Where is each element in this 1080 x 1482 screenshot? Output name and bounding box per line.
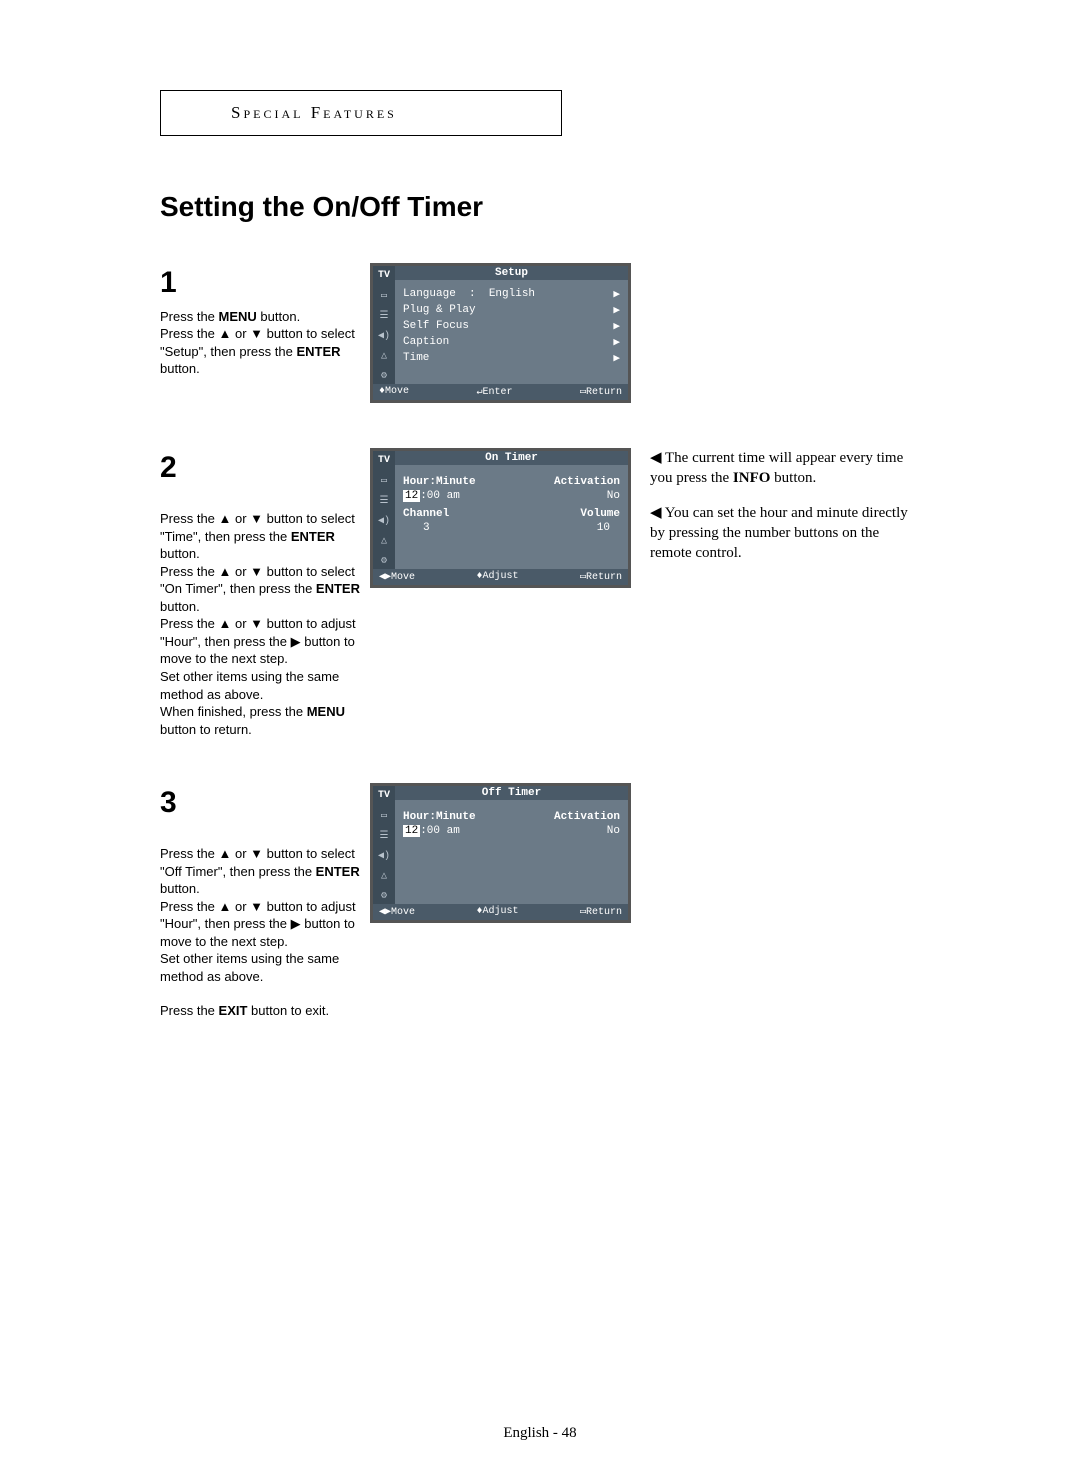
right-arrow-icon: ▶ (613, 335, 620, 349)
display-icon: ▭ (376, 475, 392, 489)
antenna-icon: △ (376, 535, 392, 549)
section-header-box: Special Features (160, 90, 562, 136)
display-icon: ▭ (376, 290, 392, 304)
footer-adjust: ♦Adjust (477, 906, 519, 918)
settings-icon: ⚙ (376, 555, 392, 569)
tv-sidebar-icons: TV ▭ ☰ ◀) △ ⚙ (373, 786, 395, 904)
speaker-icon: ◀) (376, 330, 392, 344)
step-1-body: Press the MENU button. Press the ▲ or ▼ … (160, 308, 360, 378)
tv-sidebar-icons: TV ▭ ☰ ◀) △ ⚙ (373, 266, 395, 384)
step-2-body: Press the ▲ or ▼ button to select "Time"… (160, 493, 360, 739)
tv-icon-label: TV (376, 790, 392, 804)
tv-title: On Timer (395, 451, 628, 465)
slider-icon: ☰ (376, 830, 392, 844)
page-title: Setting the On/Off Timer (160, 191, 980, 223)
right-arrow-icon: ▶ (613, 319, 620, 333)
step-3-body: Press the ▲ or ▼ button to select "Off T… (160, 828, 360, 986)
step-2-number: 2 (160, 448, 360, 489)
step-3-exit: Press the EXIT button to exit. (160, 1002, 360, 1020)
tv-footer: ♦Move ↵Enter ▭Return (373, 384, 628, 400)
settings-icon: ⚙ (376, 890, 392, 904)
footer-return: ▭Return (580, 906, 622, 918)
menu-item-caption: Caption ▶ (403, 334, 620, 350)
screenshot-off-timer: TV ▭ ☰ ◀) △ ⚙ Off Timer Hour:Minute Acti… (370, 783, 631, 923)
menu-item-language: Language : English ▶ (403, 286, 620, 302)
antenna-icon: △ (376, 870, 392, 884)
tv-footer: ◀▶Move ♦Adjust ▭Return (373, 904, 628, 920)
row-hour-values: 12:00 am No (403, 489, 620, 503)
menu-item-time: Time ▶ (403, 350, 620, 366)
tv-sidebar-icons: TV ▭ ☰ ◀) △ ⚙ (373, 451, 395, 569)
slider-icon: ☰ (376, 310, 392, 324)
note-info: ◀ The current time will appear every tim… (650, 448, 910, 489)
display-icon: ▭ (376, 810, 392, 824)
tv-icon-label: TV (376, 270, 392, 284)
footer-adjust: ♦Adjust (477, 571, 519, 583)
section-header-text: Special Features (231, 103, 397, 122)
step-1-number: 1 (160, 263, 360, 304)
menu-item-selffocus: Self Focus ▶ (403, 318, 620, 334)
note-direct-set: ◀ You can set the hour and minute direct… (650, 503, 910, 564)
row-hour-values: 12:00 am No (403, 824, 620, 838)
row-channel-volume: Channel Volume (403, 507, 620, 521)
step-3-number: 3 (160, 783, 360, 824)
speaker-icon: ◀) (376, 515, 392, 529)
row-hour-activation: Hour:Minute Activation (403, 475, 620, 489)
slider-icon: ☰ (376, 495, 392, 509)
tv-footer: ◀▶Move ♦Adjust ▭Return (373, 569, 628, 585)
antenna-icon: △ (376, 350, 392, 364)
step-1-row: 1 Press the MENU button. Press the ▲ or … (160, 263, 980, 403)
side-notes: ◀ The current time will appear every tim… (650, 448, 910, 577)
tv-title: Setup (395, 266, 628, 280)
menu-item-plugplay: Plug & Play ▶ (403, 302, 620, 318)
footer-return: ▭Return (580, 386, 622, 398)
footer-move: ♦Move (379, 386, 409, 398)
right-arrow-icon: ▶ (613, 303, 620, 317)
right-arrow-icon: ▶ (613, 351, 620, 365)
speaker-icon: ◀) (376, 850, 392, 864)
right-arrow-icon: ▶ (613, 287, 620, 301)
footer-enter: ↵Enter (476, 386, 512, 398)
footer-move: ◀▶Move (379, 571, 415, 583)
settings-icon: ⚙ (376, 370, 392, 384)
step-2-row: 2 Press the ▲ or ▼ button to select "Tim… (160, 448, 980, 738)
row-hour-activation: Hour:Minute Activation (403, 810, 620, 824)
row-channel-values: 3 10 (403, 521, 620, 535)
screenshot-on-timer: TV ▭ ☰ ◀) △ ⚙ On Timer Hour:Minute Activ… (370, 448, 631, 588)
hour-highlight: 12 (403, 490, 420, 502)
page-footer: English - 48 (0, 1425, 1080, 1442)
footer-return: ▭Return (580, 571, 622, 583)
step-1-text: 1 Press the MENU button. Press the ▲ or … (160, 263, 360, 378)
tv-title: Off Timer (395, 786, 628, 800)
screenshot-setup: TV ▭ ☰ ◀) △ ⚙ Setup Language : English ▶ (370, 263, 631, 403)
footer-move: ◀▶Move (379, 906, 415, 918)
hour-highlight: 12 (403, 825, 420, 837)
step-2-text: 2 Press the ▲ or ▼ button to select "Tim… (160, 448, 360, 738)
tv-icon-label: TV (376, 455, 392, 469)
step-3-row: 3 Press the ▲ or ▼ button to select "Off… (160, 783, 980, 1019)
step-3-text: 3 Press the ▲ or ▼ button to select "Off… (160, 783, 360, 1019)
